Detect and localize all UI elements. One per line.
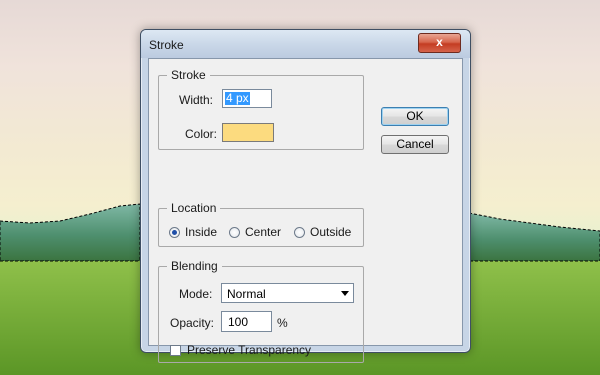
inside-label: Inside (185, 225, 218, 239)
opacity-label: Opacity: (170, 316, 215, 330)
outside-radio[interactable] (294, 227, 305, 238)
width-value: 4 px (225, 91, 250, 105)
dialog-title: Stroke (149, 38, 184, 52)
mode-select[interactable]: Normal (221, 283, 354, 303)
color-label: Color: (185, 127, 218, 141)
blending-legend: Blending (171, 259, 218, 273)
stroke-legend: Stroke (171, 68, 206, 82)
hills-selection (468, 212, 600, 262)
center-label: Center (245, 225, 282, 239)
location-group: Location Inside Center Outside (158, 201, 364, 247)
width-input[interactable]: 4 px (222, 89, 272, 108)
color-swatch[interactable] (222, 123, 274, 142)
close-button[interactable]: x (418, 33, 461, 53)
opacity-input[interactable]: 100 (221, 311, 272, 332)
preserve-transparency-checkbox[interactable] (170, 345, 181, 356)
outside-label: Outside (310, 225, 352, 239)
stroke-dialog: Stroke x Stroke Width: 4 px Color: Locat… (140, 29, 471, 363)
preserve-transparency-label: Preserve Transparency (187, 343, 312, 357)
inside-radio[interactable] (169, 227, 180, 238)
cancel-button[interactable]: Cancel (381, 135, 449, 154)
center-radio[interactable] (229, 227, 240, 238)
radio-selected-dot (172, 230, 177, 235)
opacity-value: 100 (228, 315, 249, 329)
blending-group: Blending Mode: Normal Opacity: 100 % Pre… (158, 259, 364, 363)
ok-button[interactable]: OK (381, 107, 449, 126)
mode-value: Normal (227, 287, 266, 301)
width-label: Width: (179, 93, 214, 107)
opacity-unit: % (277, 316, 288, 330)
close-icon: x (436, 35, 443, 49)
hills-selection (0, 203, 141, 262)
titlebar[interactable]: Stroke x (141, 30, 470, 58)
chevron-down-icon (341, 291, 349, 296)
dialog-client: Stroke Width: 4 px Color: Location Insid… (148, 58, 463, 363)
stroke-group: Stroke Width: 4 px Color: (158, 68, 364, 150)
mode-label: Mode: (179, 287, 213, 301)
location-legend: Location (171, 201, 217, 215)
